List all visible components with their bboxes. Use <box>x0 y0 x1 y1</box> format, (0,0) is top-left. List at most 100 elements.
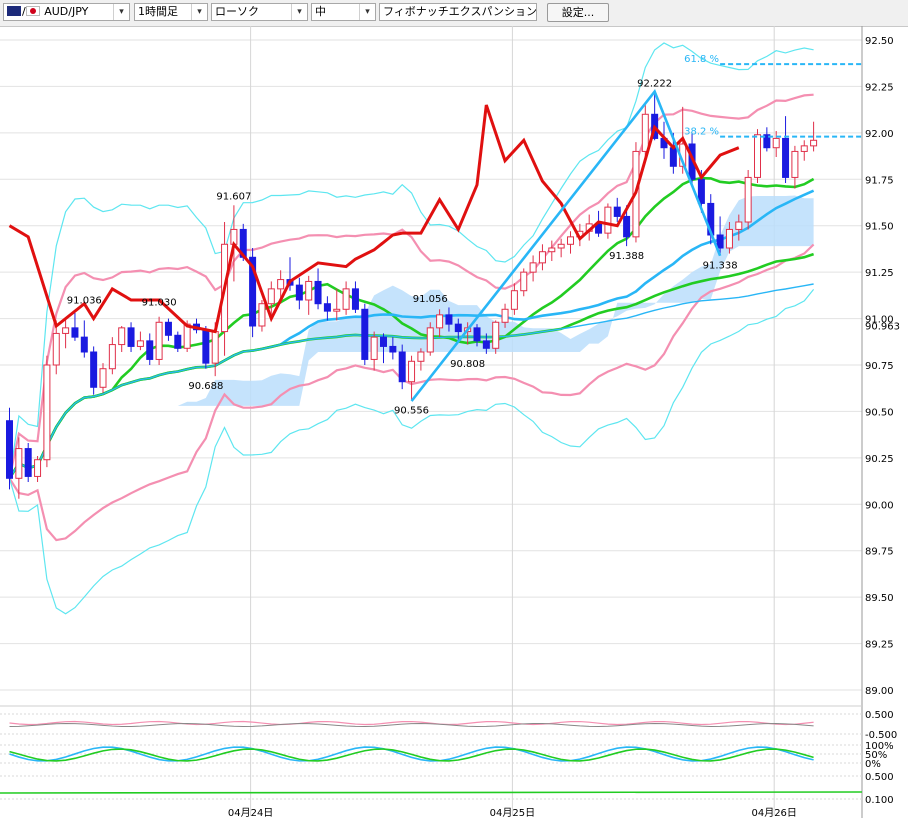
candle-body <box>118 327 126 346</box>
candle <box>90 346 98 395</box>
price-annotation: 90.556 <box>394 405 429 416</box>
chart-type-select[interactable]: ローソク ▾ <box>211 3 308 21</box>
candle <box>529 255 537 282</box>
candle-body <box>800 145 808 152</box>
candle-body <box>202 329 210 364</box>
candle-body <box>735 221 743 230</box>
candle-body <box>417 351 425 362</box>
candle <box>127 322 135 352</box>
candle-body <box>174 334 182 349</box>
candle-body <box>426 327 434 353</box>
price-label: 91.25 <box>865 268 894 279</box>
price-label: 89.25 <box>865 640 894 651</box>
size-label: 中 <box>315 5 326 18</box>
candle-body <box>267 288 275 305</box>
candle <box>71 313 79 341</box>
candle-body <box>716 234 724 249</box>
chevron-down-icon[interactable]: ▾ <box>291 4 307 20</box>
candle-body <box>52 332 60 366</box>
candle-body <box>389 345 397 353</box>
chart-grid <box>0 26 863 818</box>
candle <box>80 320 88 358</box>
candle <box>258 300 266 332</box>
indicator-panels: 0.500-0.500100%50%0%0.5000.100 <box>0 705 897 806</box>
candle-body <box>548 247 556 253</box>
candle <box>202 326 210 369</box>
timeframe-label: 1時間足 <box>138 5 178 18</box>
candle <box>604 203 612 239</box>
fib-wave-line <box>410 89 722 402</box>
candle-body <box>333 308 341 312</box>
indicator-input[interactable]: フィボナッチエクスパンション <box>379 3 537 21</box>
chevron-down-icon[interactable]: ▾ <box>113 4 129 20</box>
candle-body <box>136 340 144 347</box>
price-annotation: 90.688 <box>188 381 223 392</box>
candle <box>333 288 341 321</box>
price-label: 89.75 <box>865 547 894 558</box>
candle-body <box>127 327 135 347</box>
candle <box>164 318 172 341</box>
candle <box>174 331 182 352</box>
date-label: 04月24日 <box>228 807 273 818</box>
candle-body <box>501 308 509 323</box>
price-annotation: 91.030 <box>142 298 177 309</box>
timeframe-select[interactable]: 1時間足 ▾ <box>134 3 208 21</box>
price-label: 90.00 <box>865 500 894 511</box>
candle-body <box>258 303 266 327</box>
candle-body <box>744 176 752 223</box>
candle-body <box>295 284 303 301</box>
symbol-label: AUD/JPY <box>44 5 89 18</box>
candle-body <box>351 288 359 310</box>
candle-body <box>791 150 799 178</box>
candle-body <box>772 137 780 149</box>
candle-body <box>146 340 154 360</box>
candle <box>408 355 416 401</box>
stoch-label: 0% <box>865 759 881 770</box>
chevron-down-icon[interactable]: ▾ <box>191 4 207 20</box>
indicator-label: フィボナッチエクスパンション <box>383 5 537 18</box>
price-label: 91.75 <box>865 175 894 186</box>
candle <box>314 268 322 310</box>
current-price-label: 90.963 <box>865 321 900 332</box>
macd-label: 0.500 <box>865 772 894 783</box>
candle-body <box>370 336 378 360</box>
symbol-select[interactable]: / AUD/JPY ▾ <box>3 3 130 21</box>
candle <box>108 337 116 375</box>
candle-body <box>305 280 313 301</box>
candle-body <box>557 243 565 249</box>
candle-body <box>314 280 322 305</box>
candle-body <box>277 279 285 290</box>
candle-body <box>361 308 369 360</box>
candle <box>118 326 126 352</box>
chart-area: 61.8 % 38.2 % 91.036 91.030 91.607 90.688 91.… <box>0 26 900 818</box>
candle-body <box>408 360 416 383</box>
candle <box>567 231 574 254</box>
price-annotation: 92.222 <box>637 78 672 89</box>
candle-body <box>510 290 518 310</box>
price-label: 92.25 <box>865 82 894 93</box>
candle <box>43 355 51 468</box>
candle-body <box>613 206 621 217</box>
au-flag-icon <box>7 6 21 16</box>
candle <box>155 316 163 365</box>
candle <box>24 443 32 482</box>
settings-button[interactable]: 設定... <box>547 3 609 22</box>
price-label: 89.00 <box>865 686 894 697</box>
candle <box>782 116 790 183</box>
candle <box>538 244 546 271</box>
size-select[interactable]: 中 ▾ <box>311 3 376 21</box>
candle <box>34 456 42 482</box>
price-label: 90.50 <box>865 407 894 418</box>
candle-body <box>529 262 537 273</box>
date-label: 04月26日 <box>751 807 796 818</box>
candle <box>613 197 621 222</box>
candle-body <box>90 351 98 388</box>
candle <box>295 277 303 310</box>
fib-382-label: 38.2 % <box>684 127 719 138</box>
candle <box>800 140 808 161</box>
price-label: 91.50 <box>865 222 894 233</box>
chevron-down-icon[interactable]: ▾ <box>359 4 375 20</box>
date-label: 04月25日 <box>490 807 535 818</box>
candle-body <box>473 327 481 342</box>
candle-body <box>398 351 406 383</box>
